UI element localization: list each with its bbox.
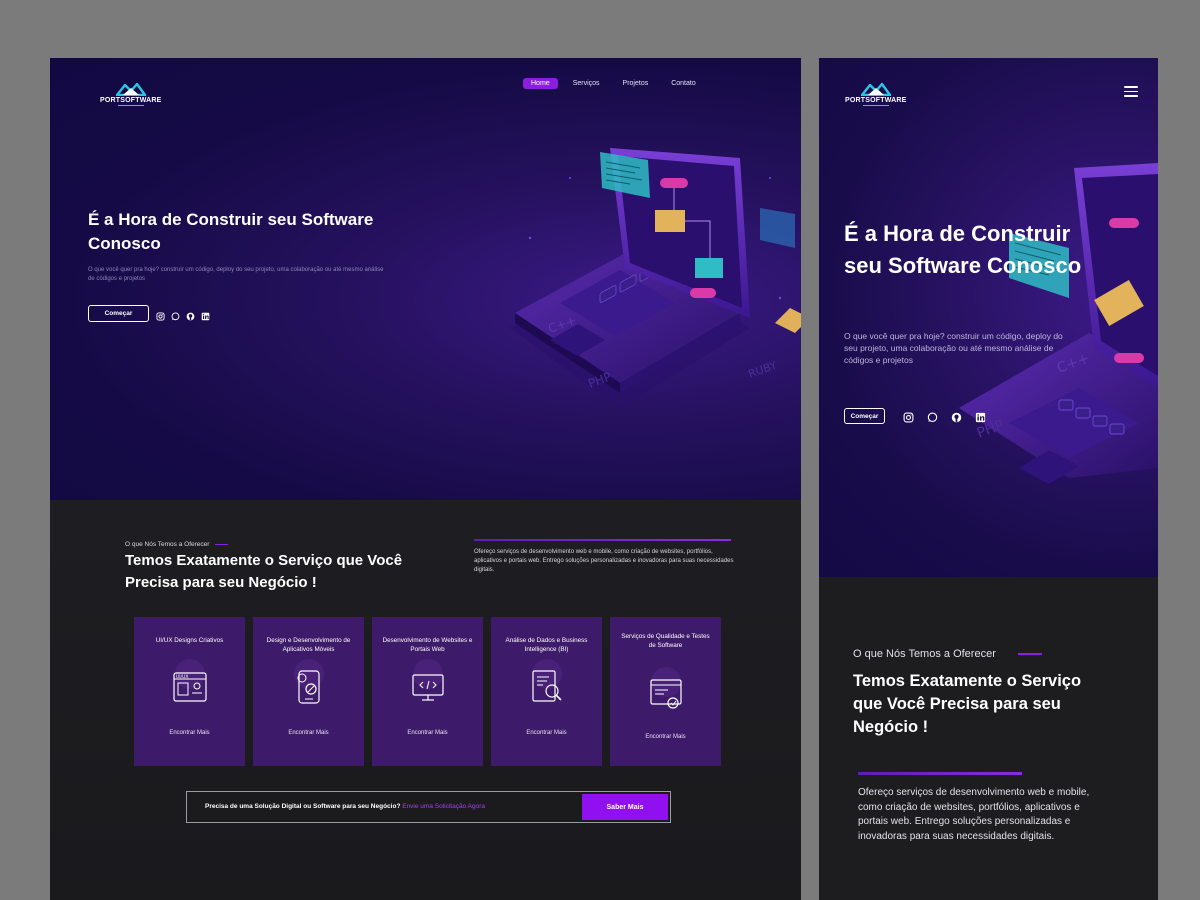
mobile-hero-text: O que você quer pra hoje? construir um c…: [844, 331, 1063, 365]
services-description: Ofereço serviços de desenvolvimento web …: [474, 549, 734, 573]
data-analysis-icon: [527, 659, 567, 707]
mobile-services-description: Ofereço serviços de desenvolvimento web …: [858, 787, 1090, 842]
mobile-social-links: [903, 410, 986, 423]
whatsapp-icon[interactable]: [171, 308, 180, 321]
mobile-services-section: O que Nós Temos a Oferecer Temos Exatame…: [819, 577, 1158, 900]
mobile-services-title: Temos Exatamente o Serviço que Você Prec…: [853, 672, 1082, 736]
service-card-web[interactable]: Desenvolvimento de Websites e Portais We…: [372, 617, 483, 766]
nav-item-services[interactable]: Serviços: [565, 78, 608, 89]
cta-text-wrap: Precisa de uma Solução Digital ou Softwa…: [205, 803, 485, 810]
mobile-hero-title: É a Hora de Construir seu Software Conos…: [844, 221, 1082, 278]
laptop-illustration: C++ PHP RUBY: [510, 148, 801, 408]
start-button[interactable]: Começar: [88, 305, 149, 322]
service-card-mobile[interactable]: Design e Desenvolvimento de Aplicativos …: [253, 617, 364, 766]
logo-mark-icon: [860, 82, 891, 96]
cta-banner: Precisa de uma Solução Digital ou Softwa…: [186, 791, 671, 823]
find-more-link[interactable]: Encontrar Mais: [610, 734, 721, 740]
ui-ux-icon: UI/UX: [170, 659, 210, 707]
card-title: Design e Desenvolvimento de Aplicativos …: [266, 637, 351, 653]
card-title: Desenvolvimento de Websites e Portais We…: [382, 637, 473, 653]
services-kicker-text: O que Nós Temos a Oferecer: [125, 541, 210, 548]
logo-mark-icon: [115, 82, 146, 96]
brand-name: PORTSOFTWARE: [100, 97, 162, 104]
whatsapp-icon[interactable]: [927, 410, 938, 423]
card-title: Análise de Dados e Business Intelligence…: [505, 637, 588, 653]
mobile-hero-section: C++ PHP PORTSOFTWARE É a Hora de Constru…: [819, 58, 1158, 577]
hero-text: O que você quer pra hoje? construir um c…: [88, 267, 384, 282]
main-nav: Home Serviços Projetos Contato: [523, 78, 711, 89]
divider: [858, 772, 1022, 775]
qa-testing-icon: [646, 667, 686, 715]
service-card-data[interactable]: Análise de Dados e Business Intelligence…: [491, 617, 602, 766]
learn-more-button[interactable]: Saber Mais: [582, 794, 668, 820]
web-code-icon: [408, 659, 448, 707]
card-title: Serviços de Qualidade e Testes de Softwa…: [621, 633, 710, 649]
find-more-link[interactable]: Encontrar Mais: [372, 730, 483, 736]
services-kicker-text: O que Nós Temos a Oferecer: [853, 648, 996, 660]
nav-item-contact[interactable]: Contato: [663, 78, 704, 89]
nav-item-projects[interactable]: Projetos: [615, 78, 657, 89]
svg-text:RUBY: RUBY: [747, 358, 779, 380]
logo-underline: [862, 105, 889, 106]
service-card-qa[interactable]: Serviços de Qualidade e Testes de Softwa…: [610, 617, 721, 766]
services-kicker: O que Nós Temos a Oferecer: [125, 541, 229, 548]
find-more-link[interactable]: Encontrar Mais: [134, 730, 245, 736]
kicker-arrow-icon: [215, 544, 229, 545]
mobile-brand-logo[interactable]: PORTSOFTWARE: [845, 80, 907, 106]
cta-link[interactable]: Envie uma Solicitação Agora: [402, 803, 485, 810]
brand-logo[interactable]: PORTSOFTWARE: [100, 80, 162, 106]
svg-text:UI/UX: UI/UX: [176, 674, 189, 680]
linkedin-icon[interactable]: [201, 308, 210, 321]
service-card-uiux[interactable]: UI/UX Designs Criativos UI/UX Encontrar …: [134, 617, 245, 766]
linkedin-icon[interactable]: [975, 410, 986, 423]
cta-text: Precisa de uma Solução Digital ou Softwa…: [205, 803, 401, 810]
desktop-mockup: C++ PHP RUBY PORTSOFTWARE Home Serviços …: [50, 58, 801, 900]
services-title: Temos Exatamente o Serviço que Você Prec…: [125, 552, 403, 591]
social-links: [156, 308, 210, 321]
find-more-link[interactable]: Encontrar Mais: [491, 730, 602, 736]
hero-title: É a Hora de Construir seu Software Conos…: [88, 210, 374, 253]
instagram-icon[interactable]: [156, 308, 165, 321]
find-more-link[interactable]: Encontrar Mais: [253, 730, 364, 736]
hamburger-menu-icon[interactable]: [1124, 86, 1138, 97]
kicker-arrow-icon: [1017, 653, 1042, 655]
mobile-mockup: C++ PHP PORTSOFTWARE É a Hora de Constru…: [819, 58, 1158, 900]
logo-underline: [117, 105, 144, 106]
github-icon[interactable]: [951, 410, 962, 423]
service-cards: UI/UX Designs Criativos UI/UX Encontrar …: [134, 617, 721, 766]
mobile-start-button[interactable]: Começar: [844, 408, 885, 424]
brand-name: PORTSOFTWARE: [845, 97, 907, 104]
mobile-services-kicker: O que Nós Temos a Oferecer: [853, 648, 1042, 660]
divider: [474, 539, 731, 541]
mobile-app-icon: [289, 659, 329, 707]
nav-item-home[interactable]: Home: [523, 78, 558, 89]
card-title: UI/UX Designs Criativos: [155, 637, 224, 644]
mobile-laptop-illustration: C++ PHP: [959, 163, 1158, 484]
instagram-icon[interactable]: [903, 410, 914, 423]
github-icon[interactable]: [186, 308, 195, 321]
hero-section: C++ PHP RUBY PORTSOFTWARE Home Serviços …: [50, 58, 801, 500]
services-section: O que Nós Temos a Oferecer Temos Exatame…: [50, 500, 801, 900]
